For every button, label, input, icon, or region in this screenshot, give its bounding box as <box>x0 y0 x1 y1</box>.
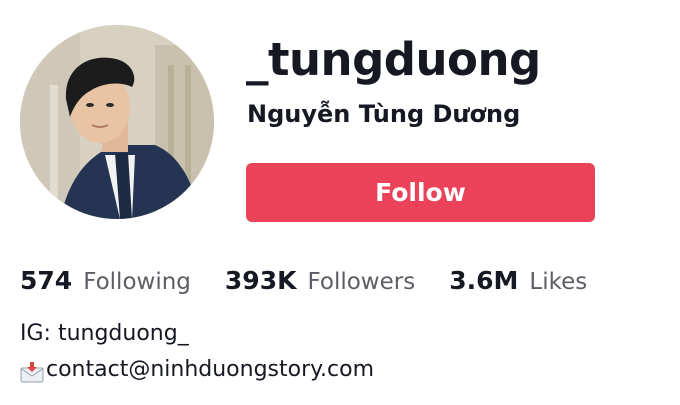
profile-stats: 574 Following 393K Followers 3.6M Likes <box>20 262 587 298</box>
followers-label: Followers <box>307 268 416 295</box>
likes-count: 3.6M <box>449 265 519 295</box>
stat-likes: 3.6M Likes <box>449 266 587 295</box>
contact-email[interactable]: contact@ninhduongstory.com <box>46 352 374 388</box>
stat-followers[interactable]: 393K Followers <box>225 266 415 295</box>
bio-line-contact: contact@ninhduongstory.com <box>20 352 374 388</box>
stat-following[interactable]: 574 Following <box>20 266 191 295</box>
following-count: 574 <box>20 265 73 295</box>
followers-count: 393K <box>224 265 297 295</box>
following-label: Following <box>83 268 191 295</box>
avatar-image <box>20 25 214 219</box>
incoming-envelope-icon <box>20 361 44 383</box>
username: _tungduong <box>246 33 541 86</box>
bio: IG: tungduong_ contact@ninhduongstory.co… <box>20 316 374 388</box>
bio-line-instagram: IG: tungduong_ <box>20 321 189 346</box>
avatar[interactable] <box>20 25 214 219</box>
follow-button[interactable]: Follow <box>246 163 595 222</box>
nickname: Nguyễn Tùng Dương <box>247 100 521 128</box>
likes-label: Likes <box>529 268 588 295</box>
